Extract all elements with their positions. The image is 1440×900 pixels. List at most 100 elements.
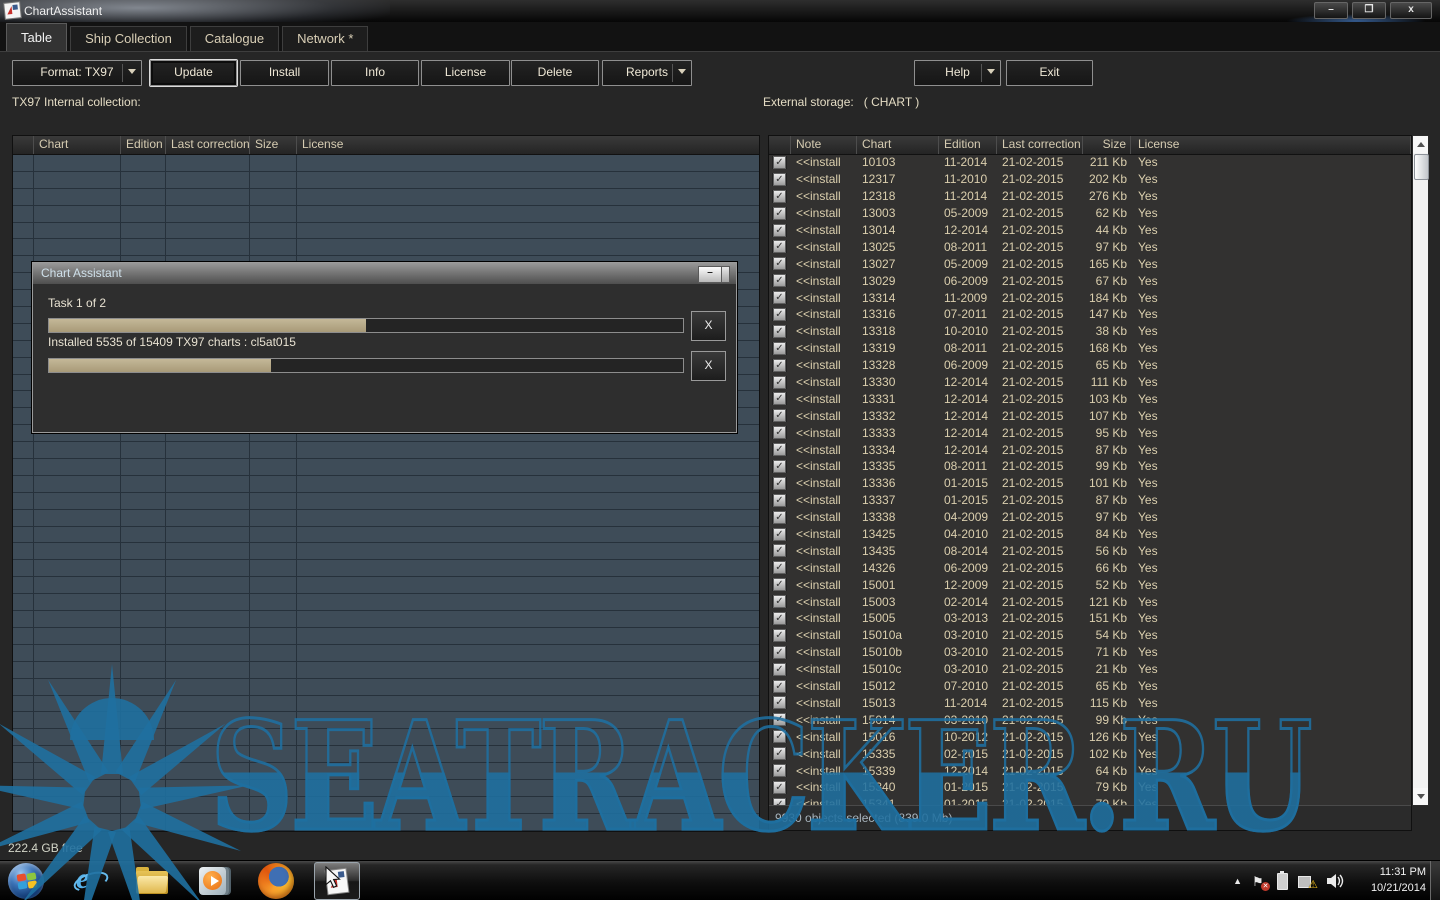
reports-dropdown[interactable]: Reports [602,60,692,86]
row-checkbox[interactable]: ✓ [773,274,786,287]
table-row[interactable]: ✓<<install1231711-201021-02-2015202 KbYe… [769,171,1411,188]
row-checkbox[interactable]: ✓ [773,578,786,591]
table-row[interactable]: ✓<<install1343508-201421-02-201556 KbYes [769,542,1411,559]
table-row[interactable]: ✓<<install1332806-200921-02-201565 KbYes [769,357,1411,374]
table-row[interactable]: ✓<<install1302705-200921-02-2015165 KbYe… [769,255,1411,272]
row-checkbox[interactable]: ✓ [773,392,786,405]
exit-button[interactable]: Exit [1006,60,1093,86]
row-checkbox[interactable]: ✓ [773,595,786,608]
vertical-scrollbar[interactable] [1412,135,1429,806]
row-checkbox[interactable]: ✓ [773,663,786,676]
table-row[interactable]: ✓<<install1301412-201421-02-201544 KbYes [769,222,1411,239]
table-row[interactable]: ✓<<install1333701-201521-02-201587 KbYes [769,492,1411,509]
table-row[interactable]: ✓<<install1331810-201021-02-201538 KbYes [769,323,1411,340]
dialog-title-bar[interactable]: Chart Assistant [33,263,736,284]
external-table-body[interactable]: ✓<<install1010311-201421-02-2015211 KbYe… [769,154,1411,805]
row-checkbox[interactable]: ✓ [773,443,786,456]
row-checkbox[interactable]: ✓ [773,325,786,338]
table-row[interactable]: ✓<<install1534101-201521-02-201579 KbYes [769,796,1411,805]
table-row[interactable]: ✓<<install1231811-201421-02-2015276 KbYe… [769,188,1411,205]
row-checkbox[interactable]: ✓ [773,561,786,574]
row-checkbox[interactable]: ✓ [773,629,786,642]
table-row[interactable]: ✓<<install1333804-200921-02-201597 KbYes [769,509,1411,526]
row-checkbox[interactable]: ✓ [773,291,786,304]
scroll-up-button[interactable] [1413,136,1428,153]
cancel-install-button[interactable]: X [691,351,726,381]
start-button[interactable] [8,863,44,899]
table-row[interactable]: ✓<<install1500503-201321-02-2015151 KbYe… [769,610,1411,627]
row-checkbox[interactable]: ✓ [773,207,786,220]
table-row[interactable]: ✓<<install1500112-200921-02-201552 KbYes [769,576,1411,593]
row-checkbox[interactable]: ✓ [773,511,786,524]
table-row[interactable]: ✓<<install1333412-201421-02-201587 KbYes [769,441,1411,458]
table-row[interactable]: ✓<<install1333312-201421-02-201595 KbYes [769,424,1411,441]
table-row[interactable]: ✓<<install1300305-200921-02-201562 KbYes [769,205,1411,222]
row-checkbox[interactable]: ✓ [773,747,786,760]
row-checkbox[interactable]: ✓ [773,308,786,321]
close-button[interactable]: x [1390,2,1432,19]
show-hidden-icons-button[interactable]: ▲ [1233,875,1242,888]
table-row[interactable]: ✓<<install1534001-201521-02-201579 KbYes [769,779,1411,796]
table-row[interactable]: ✓<<install1500302-201421-02-2015121 KbYe… [769,593,1411,610]
row-checkbox[interactable]: ✓ [773,477,786,490]
info-button[interactable]: Info [331,60,419,86]
tab-ship-collection[interactable]: Ship Collection [70,26,187,51]
column-header[interactable]: License [297,136,759,154]
column-header[interactable]: Size [1083,136,1131,154]
column-header[interactable]: Chart [34,136,121,154]
table-row[interactable]: ✓<<install1533502-201521-02-2015102 KbYe… [769,745,1411,762]
row-checkbox[interactable]: ✓ [773,224,786,237]
row-checkbox[interactable]: ✓ [773,680,786,693]
internal-table-body[interactable] [13,155,759,832]
column-header[interactable] [13,136,34,154]
update-button[interactable]: Update [150,60,237,86]
row-checkbox[interactable]: ✓ [773,528,786,541]
tab-network[interactable]: Network * [282,26,368,51]
install-button[interactable]: Install [240,60,329,86]
row-checkbox[interactable]: ✓ [773,460,786,473]
scrollbar-thumb[interactable] [1414,154,1429,180]
row-checkbox[interactable]: ✓ [773,376,786,389]
table-row[interactable]: ✓<<install1501403-201021-02-201599 KbYes [769,711,1411,728]
tab-table[interactable]: Table [6,23,67,51]
internet-explorer-icon[interactable]: e [72,863,108,899]
restore-button[interactable]: ❐ [1352,2,1386,19]
row-checkbox[interactable]: ✓ [773,156,786,169]
column-header[interactable]: License [1131,136,1411,154]
column-header[interactable]: Last correction [166,136,250,154]
row-checkbox[interactable]: ✓ [773,257,786,270]
column-header[interactable]: Edition [939,136,997,154]
battery-icon[interactable] [1277,873,1288,890]
dialog-minimize-button[interactable]: – [698,266,722,283]
help-dropdown[interactable]: Help [914,60,1001,86]
table-row[interactable]: ✓<<install1333508-201121-02-201599 KbYes [769,458,1411,475]
table-row[interactable]: ✓<<install1331607-201121-02-2015147 KbYe… [769,306,1411,323]
table-row[interactable]: ✓<<install1010311-201421-02-2015211 KbYe… [769,154,1411,171]
row-checkbox[interactable]: ✓ [773,359,786,372]
action-center-icon[interactable]: ⚑ ✕ [1252,873,1267,889]
table-row[interactable]: ✓<<install1432606-200921-02-201566 KbYes [769,559,1411,576]
table-row[interactable]: ✓<<install1331411-200921-02-2015184 KbYe… [769,289,1411,306]
row-checkbox[interactable]: ✓ [773,494,786,507]
tab-catalogue[interactable]: Catalogue [190,26,279,51]
table-row[interactable]: ✓<<install1302508-201121-02-201597 KbYes [769,238,1411,255]
row-checkbox[interactable]: ✓ [773,781,786,794]
row-checkbox[interactable]: ✓ [773,173,786,186]
table-row[interactable]: ✓<<install1331908-201121-02-2015168 KbYe… [769,340,1411,357]
row-checkbox[interactable]: ✓ [773,190,786,203]
row-checkbox[interactable]: ✓ [773,409,786,422]
table-row[interactable]: ✓<<install1533912-201421-02-201564 KbYes [769,762,1411,779]
network-icon[interactable]: ⚠ [1298,873,1316,889]
table-row[interactable]: ✓<<install1333112-201421-02-2015103 KbYe… [769,390,1411,407]
row-checkbox[interactable]: ✓ [773,798,786,805]
row-checkbox[interactable]: ✓ [773,713,786,726]
column-header[interactable]: Chart [857,136,939,154]
column-header[interactable] [769,136,791,154]
row-checkbox[interactable]: ✓ [773,342,786,355]
row-checkbox[interactable]: ✓ [773,612,786,625]
windows-explorer-icon[interactable] [134,863,170,899]
table-row[interactable]: ✓<<install1501610-201221-02-2015126 KbYe… [769,728,1411,745]
media-player-icon[interactable] [196,863,232,899]
firefox-icon[interactable] [258,863,294,899]
column-header[interactable]: Size [250,136,297,154]
